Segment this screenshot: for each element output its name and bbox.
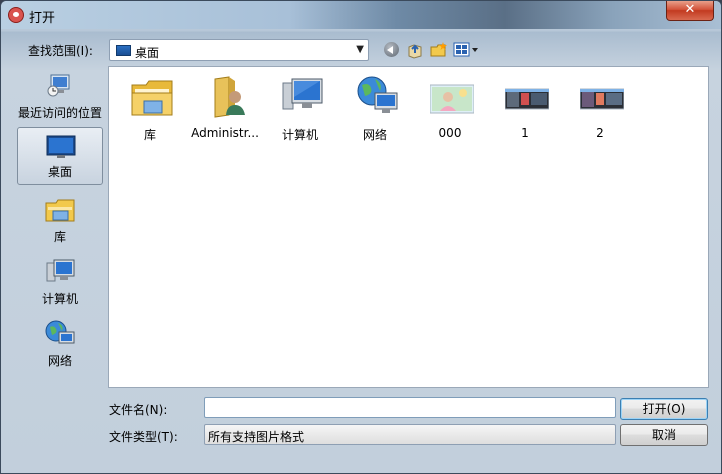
back-button[interactable] [383, 41, 401, 59]
image-thumbnail-icon [429, 75, 475, 119]
app-icon [8, 7, 24, 23]
open-dialog: 打开 ✕ 查找范围(I): 桌面 ▼ 最近访问的位置 桌面 库 计算机 网络 库… [0, 0, 722, 474]
up-folder-icon [408, 44, 422, 59]
file-name: 网络 [362, 128, 387, 142]
file-name: 库 [143, 128, 156, 142]
list-item[interactable]: 000 [412, 73, 488, 143]
up-one-level-button[interactable] [406, 41, 424, 59]
filename-label: 文件名(N): [109, 403, 168, 417]
place-label: 库 [53, 230, 66, 244]
open-button[interactable]: 打开(O) [620, 398, 708, 420]
list-item[interactable]: 1 [487, 73, 563, 143]
list-item[interactable]: Administr... [187, 73, 263, 143]
title-bar[interactable]: 打开 ✕ [1, 1, 721, 29]
file-list[interactable]: 库 Administr... 计算机 网络 000 1 2 [108, 66, 709, 388]
filetype-label: 文件类型(T): [109, 430, 178, 444]
chevron-down-icon[interactable]: ▼ [356, 44, 364, 55]
cancel-button[interactable]: 取消 [620, 424, 708, 446]
view-options-icon [453, 42, 478, 57]
place-label: 网络 [47, 354, 72, 368]
places-bar: 最近访问的位置 桌面 库 计算机 网络 [15, 67, 105, 387]
new-folder-button[interactable] [430, 41, 448, 59]
new-folder-icon [430, 42, 447, 57]
image-thumbnail-icon [504, 75, 550, 119]
computer-icon [280, 75, 324, 119]
list-item[interactable]: 库 [112, 73, 188, 143]
network-icon [355, 75, 399, 119]
list-item[interactable]: 2 [562, 73, 638, 143]
look-in-dropdown[interactable]: 桌面 ▼ [109, 39, 369, 61]
libraries-folder-icon [130, 75, 174, 119]
place-computer[interactable]: 计算机 [17, 253, 103, 311]
user-folder-icon [205, 75, 249, 119]
file-name: Administr... [191, 126, 259, 140]
place-label: 计算机 [41, 292, 78, 306]
place-desktop[interactable]: 桌面 [17, 127, 103, 185]
look-in-value: 桌面 [135, 46, 160, 60]
recent-places-icon [44, 71, 76, 101]
file-name: 2 [596, 126, 604, 140]
file-name: 1 [521, 126, 529, 140]
window-title: 打开 [29, 11, 56, 26]
look-in-label: 查找范围(I): [28, 44, 93, 58]
place-label: 最近访问的位置 [17, 106, 102, 120]
place-label: 桌面 [47, 165, 72, 179]
place-libraries[interactable]: 库 [17, 191, 103, 249]
computer-icon [44, 257, 76, 287]
image-thumbnail-icon [579, 75, 625, 119]
network-icon [44, 319, 76, 349]
filetype-value: 所有支持图片格式 [208, 430, 305, 444]
desktop-icon [116, 45, 131, 56]
filetype-select[interactable]: 所有支持图片格式 [204, 424, 616, 445]
place-network[interactable]: 网络 [17, 315, 103, 373]
close-button[interactable]: ✕ [666, 1, 714, 21]
file-name: 000 [438, 126, 462, 140]
view-menu-button[interactable] [453, 41, 479, 59]
list-item[interactable]: 计算机 [262, 73, 338, 143]
filename-input[interactable] [204, 397, 616, 418]
desktop-icon [45, 132, 77, 162]
file-name: 计算机 [281, 128, 318, 142]
list-item[interactable]: 网络 [337, 73, 413, 143]
place-recent[interactable]: 最近访问的位置 [17, 67, 103, 125]
libraries-icon [44, 195, 76, 225]
